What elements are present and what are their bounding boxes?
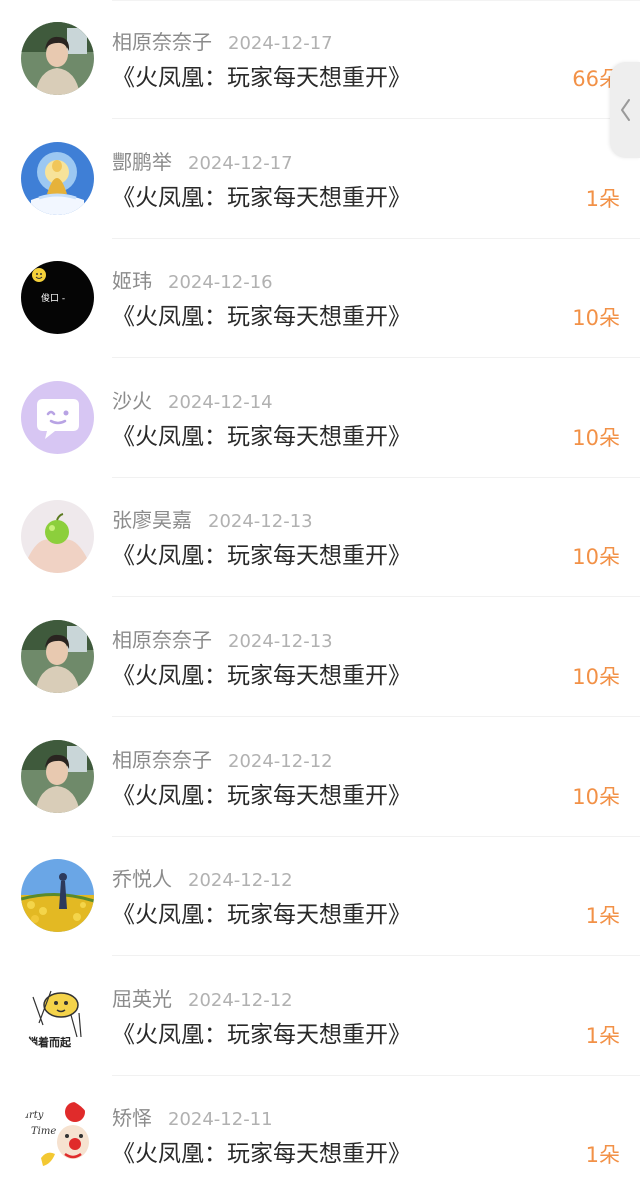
gift-date: 2024-12-13: [208, 511, 313, 532]
gift-record-item[interactable]: 酆鹏举 2024-12-17 《火凤凰：玩家每天想重开》 1朵: [0, 120, 640, 239]
item-meta: 沙火 2024-12-14: [112, 387, 273, 415]
user-avatar[interactable]: [21, 740, 94, 813]
gift-record-item[interactable]: 相原奈奈子 2024-12-13 《火凤凰：玩家每天想重开》 10朵: [0, 598, 640, 717]
gift-record-item[interactable]: arty Time 矫怿 2024-12-11 《火凤凰：玩家每天想重开》 1朵: [0, 1076, 640, 1195]
book-title[interactable]: 《火凤凰：玩家每天想重开》: [112, 899, 411, 931]
svg-text:arty: arty: [23, 1110, 44, 1121]
item-meta: 乔悦人 2024-12-12: [112, 865, 293, 893]
gift-record-item[interactable]: 乔悦人 2024-12-12 《火凤凰：玩家每天想重开》 1朵: [0, 837, 640, 956]
gift-date: 2024-12-17: [188, 153, 293, 174]
item-meta: 相原奈奈子 2024-12-13: [112, 626, 333, 654]
flower-count: 1朵: [585, 187, 620, 211]
book-title[interactable]: 《火凤凰：玩家每天想重开》: [112, 301, 411, 333]
item-meta: 张廖昊嘉 2024-12-13: [112, 506, 313, 534]
user-name[interactable]: 姬玮: [112, 269, 152, 293]
svg-text:俊口 -: 俊口 -: [41, 292, 65, 304]
user-avatar[interactable]: [21, 22, 94, 95]
book-title[interactable]: 《火凤凰：玩家每天想重开》: [112, 780, 411, 812]
flower-count: 10朵: [572, 426, 620, 450]
flower-count: 1朵: [585, 904, 620, 928]
svg-text:Time: Time: [31, 1126, 56, 1137]
user-avatar[interactable]: [21, 859, 94, 932]
flower-count: 10朵: [572, 785, 620, 809]
chevron-left-icon: [621, 99, 630, 121]
book-title[interactable]: 《火凤凰：玩家每天想重开》: [112, 182, 411, 214]
item-meta: 酆鹏举 2024-12-17: [112, 148, 293, 176]
user-name[interactable]: 相原奈奈子: [112, 748, 212, 772]
user-name[interactable]: 酆鹏举: [112, 150, 172, 174]
book-title[interactable]: 《火凤凰：玩家每天想重开》: [112, 1138, 411, 1170]
gift-date: 2024-12-13: [228, 631, 333, 652]
gift-date: 2024-12-12: [188, 990, 293, 1011]
side-drawer-handle[interactable]: [610, 62, 640, 158]
item-meta: 姬玮 2024-12-16: [112, 267, 273, 295]
gift-date: 2024-12-16: [168, 272, 273, 293]
user-name[interactable]: 乔悦人: [112, 867, 172, 891]
gift-date: 2024-12-12: [228, 751, 333, 772]
gift-date: 2024-12-17: [228, 33, 333, 54]
book-title[interactable]: 《火凤凰：玩家每天想重开》: [112, 421, 411, 453]
row-divider: [112, 596, 640, 597]
user-avatar[interactable]: 俊口 -: [21, 261, 94, 334]
gift-record-item[interactable]: 沙火 2024-12-14 《火凤凰：玩家每天想重开》 10朵: [0, 359, 640, 478]
book-title[interactable]: 《火凤凰：玩家每天想重开》: [112, 540, 411, 572]
gift-record-item[interactable]: 躺着而起 屈英光 2024-12-12 《火凤凰：玩家每天想重开》 1朵: [0, 957, 640, 1076]
user-name[interactable]: 张廖昊嘉: [112, 508, 192, 532]
flower-count: 10朵: [572, 665, 620, 689]
user-name[interactable]: 相原奈奈子: [112, 628, 212, 652]
item-meta: 相原奈奈子 2024-12-17: [112, 28, 333, 56]
user-avatar[interactable]: arty Time: [21, 1098, 94, 1171]
flower-count: 1朵: [585, 1024, 620, 1048]
gift-record-list: 相原奈奈子 2024-12-17 《火凤凰：玩家每天想重开》 66朵 酆鹏举 2024-1…: [0, 0, 640, 1204]
gift-date: 2024-12-11: [168, 1109, 273, 1130]
flower-count: 10朵: [572, 306, 620, 330]
flower-count: 1朵: [585, 1143, 620, 1167]
user-avatar[interactable]: [21, 142, 94, 215]
gift-date: 2024-12-14: [168, 392, 273, 413]
row-divider: [112, 357, 640, 358]
gift-record-item[interactable]: 相原奈奈子 2024-12-12 《火凤凰：玩家每天想重开》 10朵: [0, 718, 640, 837]
user-name[interactable]: 沙火: [112, 389, 152, 413]
book-title[interactable]: 《火凤凰：玩家每天想重开》: [112, 62, 411, 94]
item-meta: 矫怿 2024-12-11: [112, 1104, 273, 1132]
gift-record-item[interactable]: 张廖昊嘉 2024-12-13 《火凤凰：玩家每天想重开》 10朵: [0, 478, 640, 597]
book-title[interactable]: 《火凤凰：玩家每天想重开》: [112, 660, 411, 692]
row-divider: [112, 955, 640, 956]
row-divider: [112, 716, 640, 717]
svg-text:躺着而起: 躺着而起: [27, 1035, 72, 1049]
user-name[interactable]: 相原奈奈子: [112, 30, 212, 54]
item-meta: 屈英光 2024-12-12: [112, 985, 293, 1013]
user-name[interactable]: 屈英光: [112, 987, 172, 1011]
user-name[interactable]: 矫怿: [112, 1106, 152, 1130]
flower-count: 10朵: [572, 545, 620, 569]
user-avatar[interactable]: [21, 620, 94, 693]
user-avatar[interactable]: [21, 381, 94, 454]
book-title[interactable]: 《火凤凰：玩家每天想重开》: [112, 1019, 411, 1051]
item-meta: 相原奈奈子 2024-12-12: [112, 746, 333, 774]
gift-date: 2024-12-12: [188, 870, 293, 891]
gift-record-item[interactable]: 俊口 - 姬玮 2024-12-16 《火凤凰：玩家每天想重开》 10朵: [0, 239, 640, 358]
user-avatar[interactable]: 躺着而起: [21, 979, 94, 1052]
user-avatar[interactable]: [21, 500, 94, 573]
row-divider: [112, 118, 640, 119]
gift-record-item[interactable]: 相原奈奈子 2024-12-17 《火凤凰：玩家每天想重开》 66朵: [0, 0, 640, 119]
